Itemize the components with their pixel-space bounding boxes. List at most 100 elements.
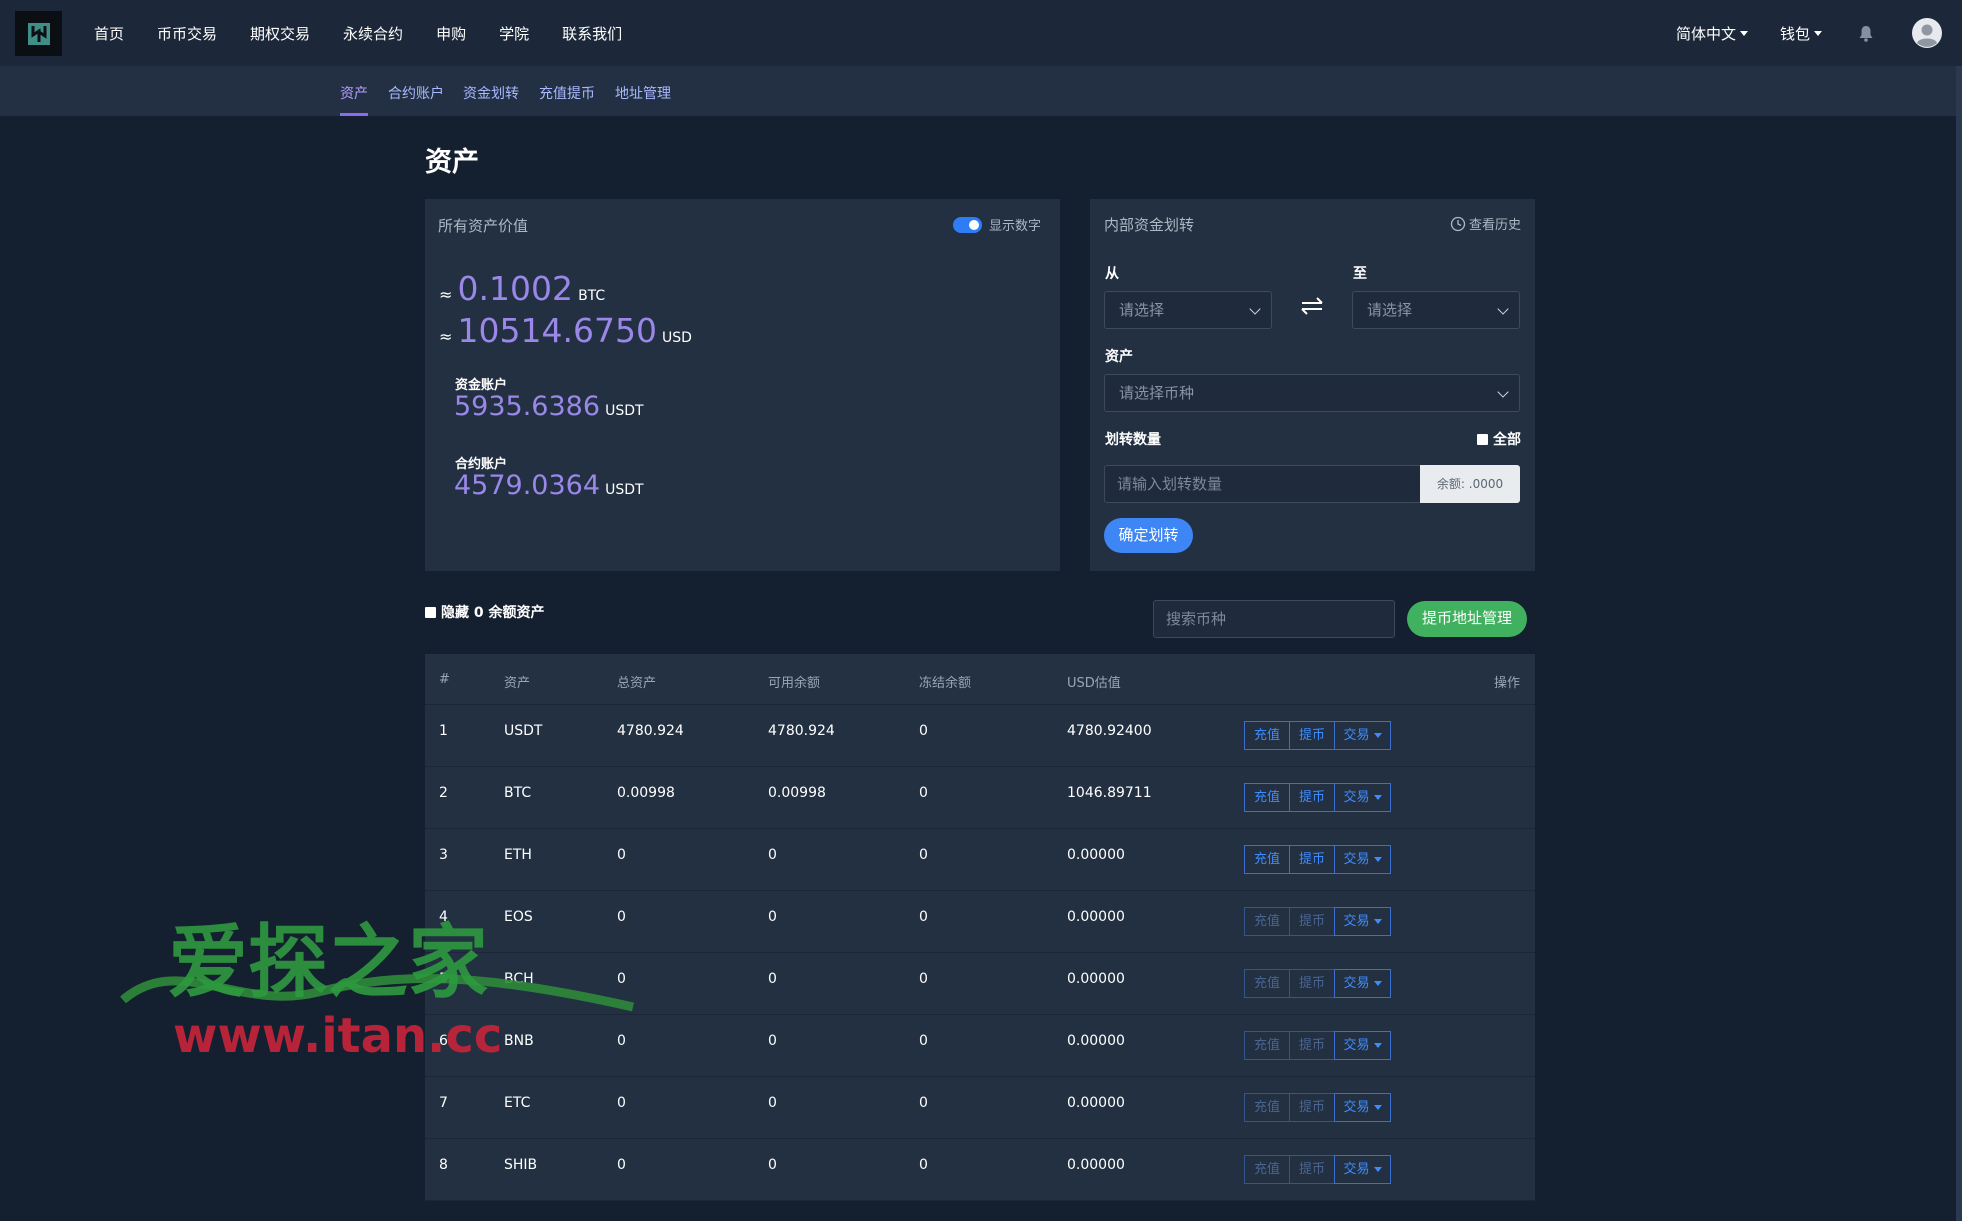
row-actions: 充值 提币 交易	[1244, 1093, 1391, 1122]
withdraw-button[interactable]: 提币	[1289, 845, 1335, 874]
subnav-assets[interactable]: 资产	[340, 83, 368, 103]
withdraw-button[interactable]: 提币	[1289, 1093, 1335, 1122]
trade-dropdown-button[interactable]: 交易	[1334, 907, 1391, 936]
col-index: #	[439, 672, 450, 687]
deposit-button[interactable]: 充值	[1244, 783, 1290, 812]
trade-dropdown-button[interactable]: 交易	[1334, 1031, 1391, 1060]
trade-dropdown-button[interactable]: 交易	[1334, 1155, 1391, 1184]
trade-dropdown-button[interactable]: 交易	[1334, 845, 1391, 874]
amount-input[interactable]: 请输入划转数量	[1104, 465, 1422, 503]
trade-dropdown-button[interactable]: 交易	[1334, 783, 1391, 812]
sub-nav: 资产 合约账户 资金划转 充值提币 地址管理	[0, 66, 1962, 116]
row-asset: BNB	[504, 1033, 534, 1049]
deposit-button[interactable]: 充值	[1244, 845, 1290, 874]
nav-item-1[interactable]: 币币交易	[157, 23, 217, 44]
show-numbers-label: 显示数字	[989, 219, 1042, 234]
withdraw-button[interactable]: 提币	[1289, 1155, 1335, 1184]
row-available: 0	[768, 971, 777, 987]
subnav-deposit-withdraw[interactable]: 充值提币	[539, 83, 595, 103]
row-actions: 充值 提币 交易	[1244, 1031, 1391, 1060]
row-asset: ETC	[504, 1095, 531, 1111]
btc-value-row: ≈ 0.1002 BTC	[439, 269, 605, 308]
table-body: 1 USDT 4780.924 4780.924 0 4780.92400 充值 提币 交易 2 B…	[425, 705, 1535, 1201]
withdraw-button[interactable]: 提币	[1289, 721, 1335, 750]
caret-down-icon	[1373, 795, 1382, 800]
coin-search-input[interactable]: 搜索币种	[1153, 600, 1395, 638]
usd-value: 10514.6750	[457, 311, 657, 350]
withdraw-button[interactable]: 提币	[1289, 783, 1335, 812]
trade-label: 交易	[1343, 1100, 1370, 1115]
table-header: # 资产 总资产 可用余额 冻结余额 USD估值 操作	[425, 654, 1535, 705]
show-numbers-toggle[interactable]	[953, 217, 982, 233]
asset-label: 资产	[1105, 349, 1133, 365]
withdraw-button[interactable]: 提币	[1289, 969, 1335, 998]
row-total: 0	[617, 847, 626, 863]
row-asset: EOS	[504, 909, 533, 925]
bell-icon[interactable]	[1858, 25, 1874, 42]
avatar[interactable]	[1912, 18, 1942, 48]
nav-item-5[interactable]: 学院	[499, 23, 529, 44]
row-index: 4	[439, 909, 448, 925]
to-label: 至	[1353, 266, 1367, 282]
withdraw-button[interactable]: 提币	[1289, 907, 1335, 936]
col-available: 可用余额	[768, 676, 821, 691]
caret-down-icon	[1373, 733, 1382, 738]
language-select[interactable]: 简体中文	[1676, 23, 1748, 44]
row-asset: USDT	[504, 723, 543, 739]
swap-icon[interactable]	[1298, 296, 1326, 316]
row-total: 0	[617, 1157, 626, 1173]
logo[interactable]	[15, 11, 62, 56]
nav-item-6[interactable]: 联系我们	[562, 23, 622, 44]
trade-dropdown-button[interactable]: 交易	[1334, 1093, 1391, 1122]
col-actions: 操作	[1493, 676, 1520, 691]
col-usd: USD估值	[1067, 676, 1121, 691]
row-available: 0	[768, 1033, 777, 1049]
row-usd: 4780.92400	[1067, 723, 1152, 739]
trade-label: 交易	[1343, 1162, 1370, 1177]
row-index: 2	[439, 785, 448, 801]
coin-search-placeholder: 搜索币种	[1166, 610, 1227, 628]
deposit-button[interactable]: 充值	[1244, 1155, 1290, 1184]
btc-value: 0.1002	[457, 269, 573, 308]
to-select[interactable]: 请选择	[1352, 291, 1520, 329]
row-index: 1	[439, 723, 448, 739]
nav-item-4[interactable]: 申购	[436, 23, 466, 44]
subnav-fund-transfer[interactable]: 资金划转	[463, 83, 519, 103]
from-select[interactable]: 请选择	[1104, 291, 1272, 329]
row-available: 4780.924	[768, 723, 835, 739]
trade-dropdown-button[interactable]: 交易	[1334, 969, 1391, 998]
nav-item-2[interactable]: 期权交易	[250, 23, 310, 44]
subnav-address-management[interactable]: 地址管理	[615, 83, 671, 103]
nav-item-0[interactable]: 首页	[94, 23, 124, 44]
all-checkbox[interactable]: 全部	[1477, 429, 1521, 449]
scrollbar[interactable]	[1956, 66, 1962, 1221]
deposit-button[interactable]: 充值	[1244, 1031, 1290, 1060]
row-total: 0	[617, 1033, 626, 1049]
to-select-value: 请选择	[1367, 301, 1413, 319]
trade-dropdown-button[interactable]: 交易	[1334, 721, 1391, 750]
wallet-menu[interactable]: 钱包	[1780, 23, 1822, 44]
nav-item-3[interactable]: 永续合约	[343, 23, 403, 44]
row-actions: 充值 提币 交易	[1244, 845, 1391, 874]
deposit-button[interactable]: 充值	[1244, 907, 1290, 936]
asset-select[interactable]: 请选择币种	[1104, 374, 1520, 412]
withdraw-button[interactable]: 提币	[1289, 1031, 1335, 1060]
deposit-button[interactable]: 充值	[1244, 721, 1290, 750]
row-index: 8	[439, 1157, 448, 1173]
confirm-transfer-button[interactable]: 确定划转	[1104, 518, 1193, 553]
hide-zero-balance-checkbox[interactable]: 隐藏 0 余额资产	[425, 602, 545, 622]
assets-table: # 资产 总资产 可用余额 冻结余额 USD估值 操作 1 USDT 4780.92…	[425, 654, 1535, 1201]
row-index: 3	[439, 847, 448, 863]
row-index: 5	[439, 971, 448, 987]
withdraw-address-button[interactable]: 提币地址管理	[1407, 601, 1527, 637]
amount-placeholder: 请输入划转数量	[1117, 475, 1223, 493]
row-frozen: 0	[919, 971, 928, 987]
deposit-button[interactable]: 充值	[1244, 1093, 1290, 1122]
caret-down-icon	[1373, 981, 1382, 986]
row-asset: BTC	[504, 785, 532, 801]
fund-account-value-row: 5935.6386 USDT	[454, 391, 644, 422]
subnav-contract-account[interactable]: 合约账户	[388, 83, 444, 103]
deposit-button[interactable]: 充值	[1244, 969, 1290, 998]
view-history-link[interactable]: 查看历史	[1450, 214, 1521, 233]
row-actions: 充值 提币 交易	[1244, 907, 1391, 936]
